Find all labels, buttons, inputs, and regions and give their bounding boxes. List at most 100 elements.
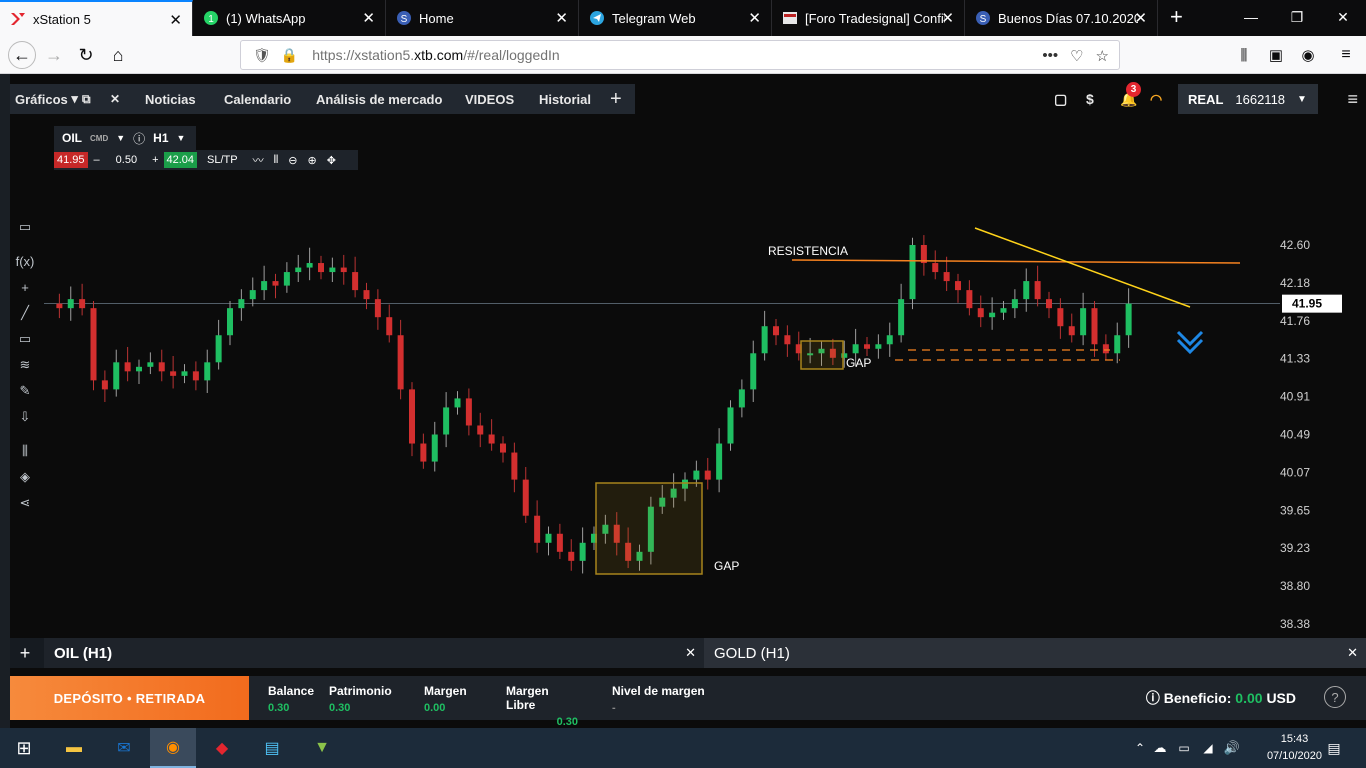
browser-tab-telegram[interactable]: Telegram Web ✕	[579, 0, 772, 36]
maximize-icon[interactable]: ❐	[1274, 0, 1320, 34]
graficos-menu[interactable]: Gráficos ▾	[15, 84, 78, 114]
menu-icon[interactable]: ≡	[1332, 41, 1360, 69]
candle-body	[738, 389, 745, 408]
line-tool-icon[interactable]: ╱	[10, 300, 40, 326]
close-icon[interactable]: ✕	[1347, 645, 1358, 661]
candle-body	[1057, 308, 1064, 327]
lock-icon[interactable]: 🔒	[281, 47, 298, 64]
browser-tab-whatsapp[interactable]: 1 (1) WhatsApp ✕	[193, 0, 386, 36]
home-icon[interactable]: ⌂	[104, 41, 132, 69]
chart-canvas[interactable]: 42.60 42.18 41.76 41.33 40.91 40.49 40.07 39.65…	[40, 118, 1356, 638]
info-icon[interactable]: ⓘ	[133, 130, 145, 147]
popout-icon[interactable]: ⧉	[82, 84, 91, 114]
file-explorer-icon[interactable]: ▬	[56, 733, 92, 763]
timeframe[interactable]: H1	[153, 131, 168, 145]
tab-calendario[interactable]: Calendario	[224, 84, 291, 114]
sltp-button[interactable]: SL/TP	[197, 154, 248, 166]
tab-noticias[interactable]: Noticias	[145, 84, 196, 114]
candle-body	[204, 362, 211, 381]
function-icon[interactable]: f(x)	[10, 248, 40, 274]
line-chart-icon[interactable]: 〰	[248, 152, 269, 168]
candle-body	[386, 317, 393, 336]
crosshair-icon[interactable]: +	[10, 274, 40, 300]
left-edge	[0, 74, 10, 728]
reload-icon[interactable]: ↻	[72, 41, 100, 69]
bookmark-star-icon[interactable]: ☆	[1096, 47, 1109, 65]
tab-historial[interactable]: Historial	[539, 84, 591, 114]
url-bar[interactable]: 🛡 🔒 https://xstation5. xtb.com/#/real/log…	[240, 40, 1120, 70]
bottom-tab-gold[interactable]: GOLD (H1) ✕	[704, 638, 1366, 668]
forward-icon[interactable]: →	[40, 41, 68, 69]
rectangle-tool-icon[interactable]: ▭	[10, 326, 40, 352]
arrow-down-tool-icon[interactable]: ⇩	[10, 404, 40, 430]
candle-body	[227, 308, 233, 336]
account-icon[interactable]: ◉	[1294, 41, 1322, 69]
move-icon[interactable]: ✥	[322, 154, 341, 167]
add-chart-icon[interactable]: +	[12, 638, 38, 668]
bottom-tab-oil[interactable]: OIL (H1) ✕	[44, 638, 704, 668]
installer-icon[interactable]: ▼	[304, 733, 340, 763]
close-tab-icon[interactable]: ✕	[1134, 9, 1147, 27]
back-icon[interactable]: ←	[8, 41, 36, 69]
close-tab-icon[interactable]: ✕	[555, 9, 568, 27]
brush-icon[interactable]: ✎	[10, 378, 40, 404]
dollar-icon[interactable]: $	[1086, 84, 1094, 114]
notifications-icon[interactable]: ▤	[1316, 733, 1352, 763]
fibonacci-icon[interactable]: ≋	[10, 352, 40, 378]
buy-price-button[interactable]: 42.04	[163, 152, 198, 168]
sell-price-button[interactable]: 41.95	[54, 152, 88, 168]
shield-icon[interactable]: 🛡	[253, 47, 271, 64]
account-selector[interactable]: REAL 1662118 ▼	[1178, 84, 1318, 114]
chart-type-icon[interactable]: ▭	[10, 214, 40, 240]
y-tick-label: 41.33	[1280, 352, 1310, 366]
app-menu-icon[interactable]: ≡	[1347, 84, 1358, 114]
share-icon[interactable]: ⋖	[10, 490, 40, 516]
deposit-withdraw-button[interactable]: DEPÓSITO • RETIRADA	[10, 676, 249, 720]
close-window-icon[interactable]: ✕	[1320, 0, 1366, 34]
browser-tab-forum[interactable]: [Foro Tradesignal] Confir ✕	[772, 0, 965, 36]
indicators-icon[interactable]: ⫼	[10, 438, 40, 464]
close-tab-icon[interactable]: ✕	[169, 11, 182, 29]
add-tab-icon[interactable]: +	[610, 84, 622, 114]
candle-body	[170, 371, 177, 376]
symbol-selector[interactable]: OIL CMD ▼ ⓘ H1 ▼	[54, 126, 196, 150]
browser-tab-home[interactable]: S Home ✕	[386, 0, 579, 36]
windows-start-icon[interactable]: ⊞	[6, 733, 42, 763]
tab-analisis[interactable]: Análisis de mercado	[316, 84, 442, 114]
close-tab-icon[interactable]: ✕	[362, 9, 375, 27]
close-graficos-icon[interactable]: ✕	[110, 84, 120, 114]
help-icon[interactable]: ?	[1324, 686, 1346, 708]
candle-body	[352, 272, 359, 291]
price-chart[interactable]: 42.60 42.18 41.76 41.33 40.91 40.49 40.07 39.65…	[40, 118, 1356, 638]
browser-tab-xstation[interactable]: xStation 5 ✕	[0, 0, 193, 36]
library-icon[interactable]: ⫼	[1230, 41, 1258, 69]
more-actions-icon[interactable]: •••	[1042, 47, 1058, 65]
zoom-in-icon[interactable]: ⊕	[302, 154, 321, 167]
firefox-icon[interactable]: ◉	[150, 728, 196, 768]
minimize-icon[interactable]: —	[1228, 0, 1274, 34]
info-icon[interactable]: ⓘ	[1146, 690, 1160, 706]
plus-volume-button[interactable]: +	[147, 154, 163, 166]
candle-body	[511, 452, 518, 480]
contacts-app-icon[interactable]: ▤	[254, 733, 290, 763]
clock[interactable]: 15:43 07/10/2020	[1267, 731, 1322, 765]
close-tab-icon[interactable]: ✕	[748, 9, 761, 27]
sidebar-icon[interactable]: ▣	[1262, 41, 1290, 69]
anydesk-icon[interactable]: ◆	[204, 733, 240, 763]
browser-tab-buenos-dias[interactable]: S Buenos Días 07.10.2020 – ✕	[965, 0, 1158, 36]
candles-icon[interactable]: ⫴	[269, 154, 284, 167]
volume-input[interactable]: 0.50	[106, 154, 147, 166]
margin-value: 0.00	[424, 702, 446, 714]
tab-videos[interactable]: VIDEOS	[465, 84, 514, 114]
margin-level: Nivel de margen -	[612, 684, 705, 714]
layout-icon[interactable]: ▢	[1054, 84, 1067, 114]
new-tab-button[interactable]: +	[1158, 0, 1195, 36]
layers-icon[interactable]: ◈	[10, 464, 40, 490]
volume-icon[interactable]: 🔊	[1214, 733, 1250, 763]
minus-volume-button[interactable]: –	[88, 154, 106, 166]
pocket-icon[interactable]: ♡	[1070, 47, 1083, 65]
close-icon[interactable]: ✕	[685, 645, 696, 661]
close-tab-icon[interactable]: ✕	[941, 9, 954, 27]
outlook-icon[interactable]: ✉	[106, 733, 142, 763]
zoom-out-icon[interactable]: ⊖	[283, 154, 302, 167]
